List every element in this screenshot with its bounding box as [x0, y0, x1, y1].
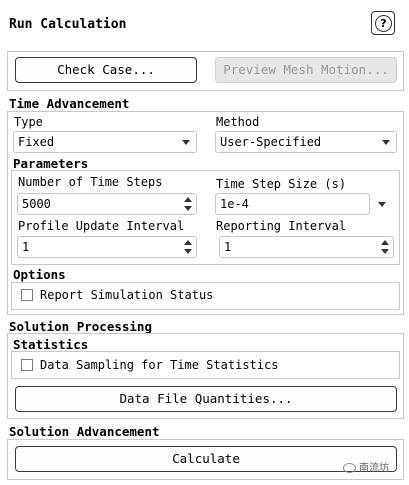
method-select[interactable]: User-Specified — [215, 131, 397, 153]
type-label: Type — [14, 115, 43, 129]
help-icon: ? — [375, 15, 392, 32]
type-value: Fixed — [18, 135, 55, 149]
method-label: Method — [216, 115, 260, 129]
method-value: User-Specified — [220, 135, 322, 149]
profile-interval-value: 1 — [22, 240, 30, 254]
parameters-title: Parameters — [13, 156, 89, 171]
stepper-down-icon[interactable] — [381, 249, 389, 254]
data-file-quantities-button[interactable]: Data File Quantities... — [15, 386, 397, 412]
help-button[interactable]: ? — [371, 11, 395, 35]
num-steps-value: 5000 — [22, 197, 51, 211]
step-size-dropdown-icon[interactable] — [378, 202, 386, 207]
reporting-interval-stepper[interactable]: 1 — [219, 236, 394, 258]
stepper-down-icon[interactable] — [184, 206, 192, 211]
chevron-down-icon — [382, 140, 390, 145]
reporting-interval-label: Reporting Interval — [216, 219, 347, 233]
check-case-button[interactable]: Check Case... — [15, 57, 197, 83]
report-status-checkbox[interactable] — [21, 289, 33, 301]
solution-processing-title: Solution Processing — [9, 319, 152, 334]
report-status-label[interactable]: Report Simulation Status — [40, 288, 213, 302]
profile-interval-label: Profile Update Interval — [18, 219, 185, 233]
statistics-title: Statistics — [13, 337, 89, 352]
stepper-up-icon[interactable] — [184, 240, 192, 245]
chevron-down-icon — [182, 140, 190, 145]
step-size-input[interactable]: 1e-4 — [215, 193, 370, 215]
reporting-interval-value: 1 — [224, 240, 232, 254]
stepper-up-icon[interactable] — [184, 197, 192, 202]
step-size-value: 1e-4 — [220, 197, 249, 211]
calculate-button[interactable]: Calculate — [15, 446, 397, 472]
watermark-text: 南流坊 — [359, 463, 389, 474]
step-size-label: Time Step Size (s) — [216, 177, 347, 191]
watermark: 南流坊 — [343, 459, 389, 474]
type-select[interactable]: Fixed — [13, 131, 197, 153]
stepper-up-icon[interactable] — [381, 240, 389, 245]
preview-mesh-motion-button[interactable]: Preview Mesh Motion... — [215, 57, 397, 83]
data-sampling-checkbox[interactable] — [21, 359, 33, 371]
options-title: Options — [13, 267, 66, 282]
num-steps-stepper[interactable]: 5000 — [17, 193, 197, 215]
stepper-down-icon[interactable] — [184, 249, 192, 254]
wechat-icon — [343, 463, 356, 473]
profile-interval-stepper[interactable]: 1 — [17, 236, 197, 258]
page-title: Run Calculation — [9, 17, 127, 32]
num-steps-label: Number of Time Steps — [18, 175, 163, 189]
time-advancement-title: Time Advancement — [9, 96, 130, 111]
solution-advancement-title: Solution Advancement — [9, 424, 160, 439]
data-sampling-label[interactable]: Data Sampling for Time Statistics — [40, 358, 278, 372]
